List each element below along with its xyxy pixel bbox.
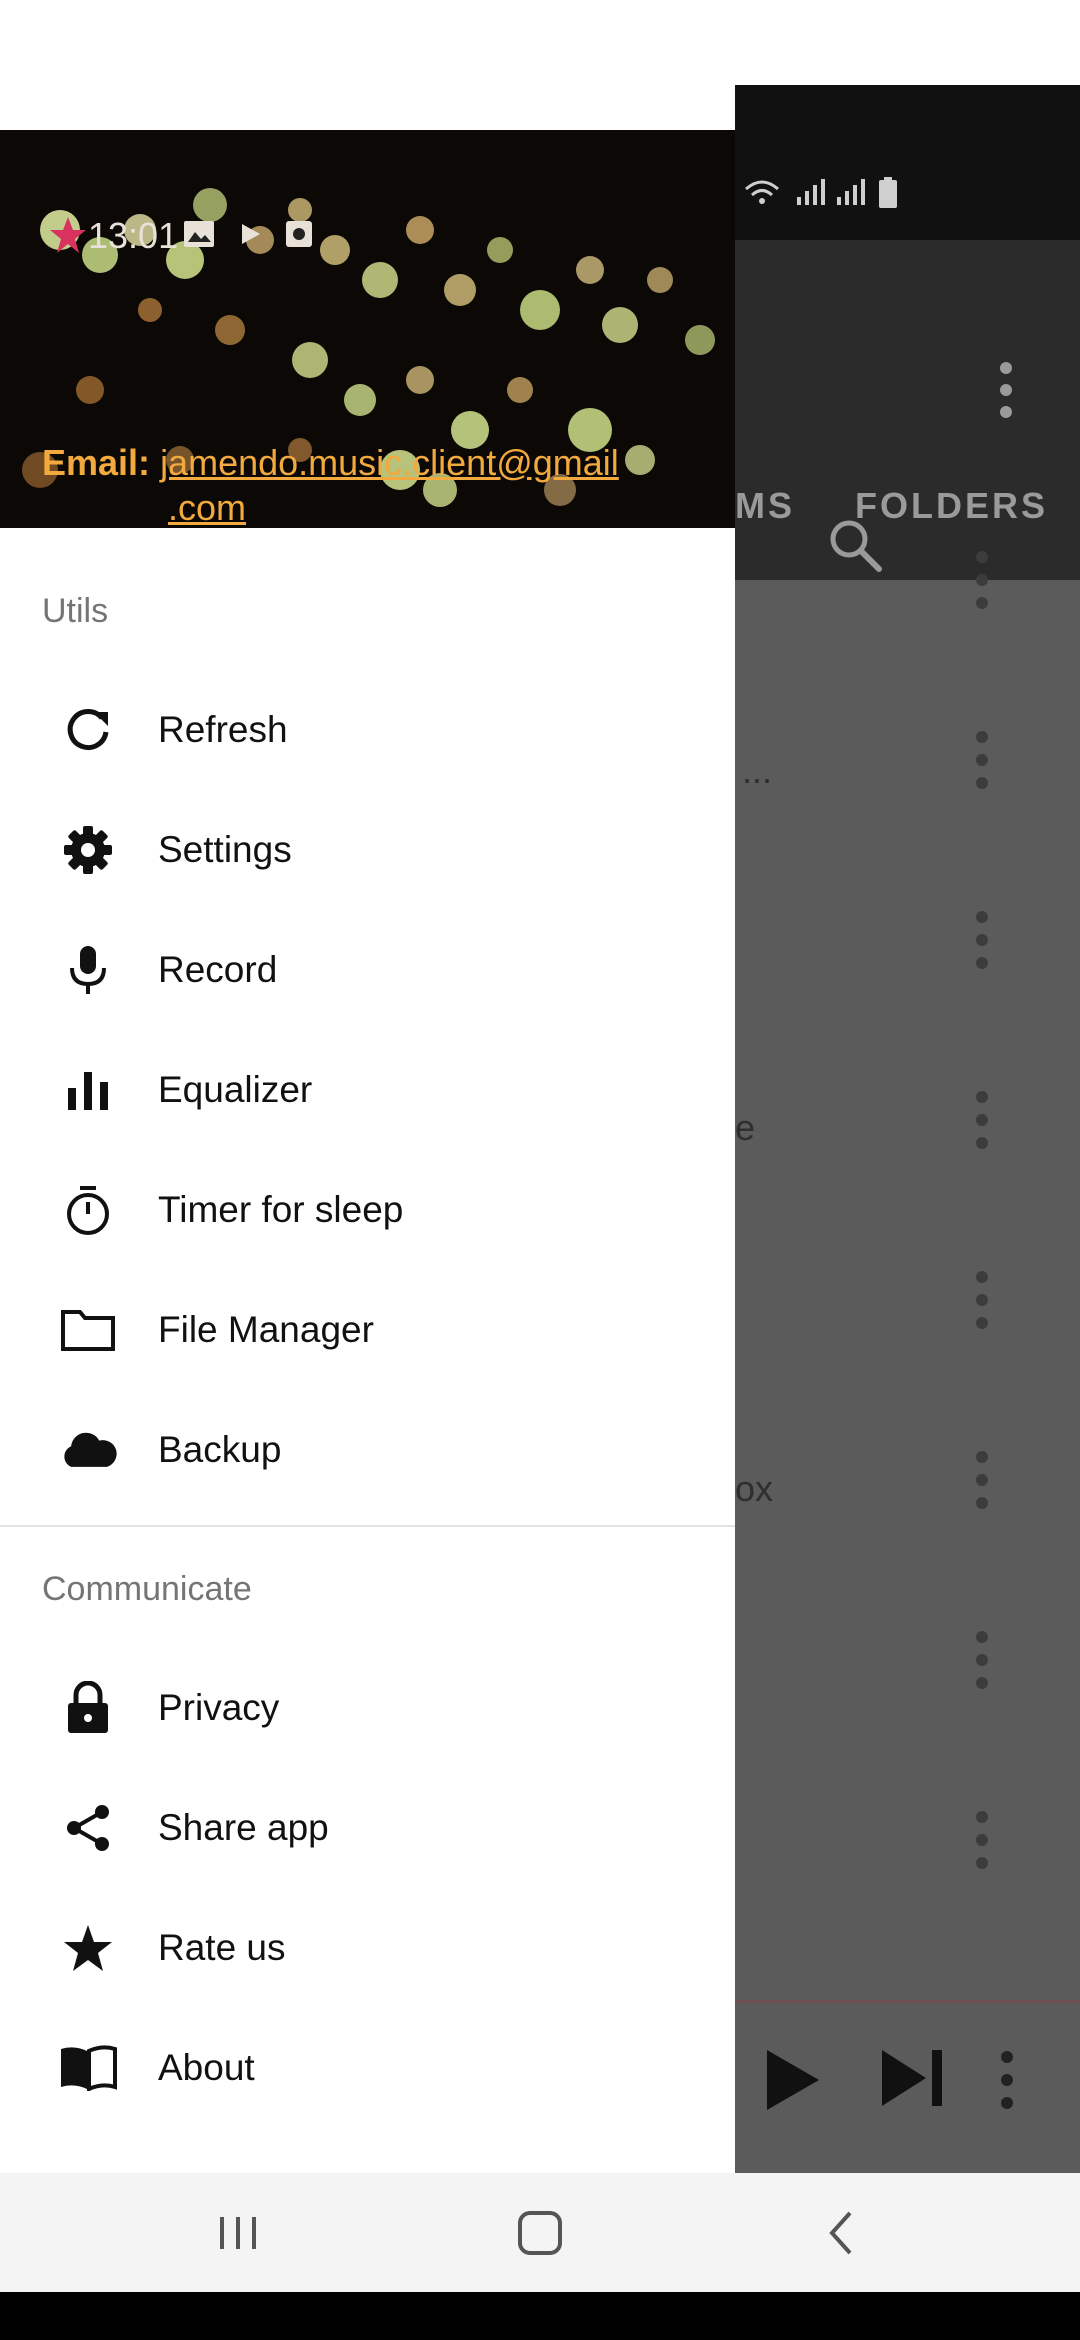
menu-item-label: File Manager	[158, 1309, 374, 1350]
battery-icon	[879, 177, 897, 208]
menu-item-refresh[interactable]: Refresh	[0, 670, 735, 790]
phone-screen: MS FOLDERS ... e ox 13:01 Email: jamendo…	[0, 85, 1080, 2292]
email-link[interactable]: jamendo.music.client@gmail	[160, 442, 619, 483]
microphone-icon	[58, 940, 118, 1000]
menu-item-label: Refresh	[158, 709, 288, 750]
cloud-icon	[58, 1420, 118, 1480]
email-label: Email:	[42, 442, 151, 483]
menu-item-label: Privacy	[158, 1687, 280, 1728]
more-vert-icon[interactable]	[975, 1270, 989, 1330]
more-vert-icon[interactable]	[975, 1450, 989, 1510]
mini-player	[735, 2010, 1080, 2150]
section-title-communicate: Communicate	[42, 1570, 252, 1608]
tab-folders[interactable]: FOLDERS	[855, 485, 1048, 527]
play-store-icon	[242, 224, 260, 244]
book-icon	[58, 2038, 118, 2098]
drawer-header: 13:01 Email: jamendo.music.client@gmail …	[0, 130, 735, 528]
back-icon[interactable]	[812, 2203, 872, 2263]
wifi-icon	[745, 180, 779, 204]
recent-apps-icon[interactable]	[208, 2203, 268, 2263]
email-link-continued[interactable]: .com	[42, 485, 702, 528]
folder-icon	[58, 1300, 118, 1360]
app-tabs: MS FOLDERS	[735, 485, 1080, 527]
navigation-drawer: 13:01 Email: jamendo.music.client@gmail …	[0, 85, 735, 2173]
timer-icon	[58, 1180, 118, 1240]
share-icon	[58, 1798, 118, 1858]
lock-icon	[58, 1678, 118, 1738]
menu-item-label: About	[158, 2047, 255, 2088]
signal-icon	[837, 179, 865, 205]
menu-item-file-manager[interactable]: File Manager	[0, 1270, 735, 1390]
top-margin	[0, 0, 1080, 85]
menu-item-backup[interactable]: Backup	[0, 1390, 735, 1510]
menu-item-share[interactable]: Share app	[0, 1768, 735, 1888]
equalizer-icon	[58, 1060, 118, 1120]
tab-albums[interactable]: MS	[735, 485, 795, 527]
menu-item-about[interactable]: About	[0, 2008, 735, 2128]
more-vert-icon[interactable]	[975, 1630, 989, 1690]
refresh-icon	[58, 700, 118, 760]
bottom-margin	[0, 2292, 1080, 2340]
home-icon[interactable]	[510, 2203, 570, 2263]
signal-icon	[797, 179, 825, 205]
menu-item-equalizer[interactable]: Equalizer	[0, 1030, 735, 1150]
list-item-fragment: e	[735, 1107, 756, 1148]
more-vert-icon[interactable]	[975, 1810, 989, 1870]
menu-item-label: Backup	[158, 1429, 282, 1470]
gear-icon	[58, 820, 118, 880]
contact-email: Email: jamendo.music.client@gmail .com	[42, 440, 702, 528]
notification-star-icon	[50, 217, 86, 253]
menu-item-label: Timer for sleep	[158, 1189, 404, 1230]
menu-item-label: Settings	[158, 829, 292, 870]
menu-item-label: Record	[158, 949, 278, 990]
gallery-icon	[184, 221, 214, 247]
system-navigation-bar	[0, 2173, 1080, 2292]
skip-next-icon[interactable]	[880, 2048, 946, 2108]
menu-item-label: Rate us	[158, 1927, 286, 1968]
progress-line	[735, 2000, 1080, 2003]
screen-record-icon	[286, 221, 312, 247]
menu-item-timer[interactable]: Timer for sleep	[0, 1150, 735, 1270]
menu-item-label: Equalizer	[158, 1069, 313, 1110]
play-icon[interactable]	[765, 2048, 821, 2112]
star-icon	[58, 1918, 118, 1978]
more-vert-icon[interactable]	[975, 550, 989, 610]
menu-item-record[interactable]: Record	[0, 910, 735, 1030]
more-vert-icon[interactable]	[1000, 360, 1012, 420]
menu-item-settings[interactable]: Settings	[0, 790, 735, 910]
section-divider	[0, 1525, 735, 1527]
more-vert-icon[interactable]	[975, 730, 989, 790]
menu-item-rate[interactable]: Rate us	[0, 1888, 735, 2008]
list-item-fragment: ox	[735, 1468, 774, 1509]
section-title-utils: Utils	[42, 592, 109, 630]
menu-item-label: Share app	[158, 1807, 329, 1848]
menu-item-privacy[interactable]: Privacy	[0, 1648, 735, 1768]
more-vert-icon[interactable]	[975, 1090, 989, 1150]
more-vert-icon[interactable]	[975, 910, 989, 970]
status-time: 13:01	[88, 215, 179, 256]
list-item-fragment: ...	[742, 750, 773, 791]
more-vert-icon[interactable]	[1000, 2050, 1014, 2110]
